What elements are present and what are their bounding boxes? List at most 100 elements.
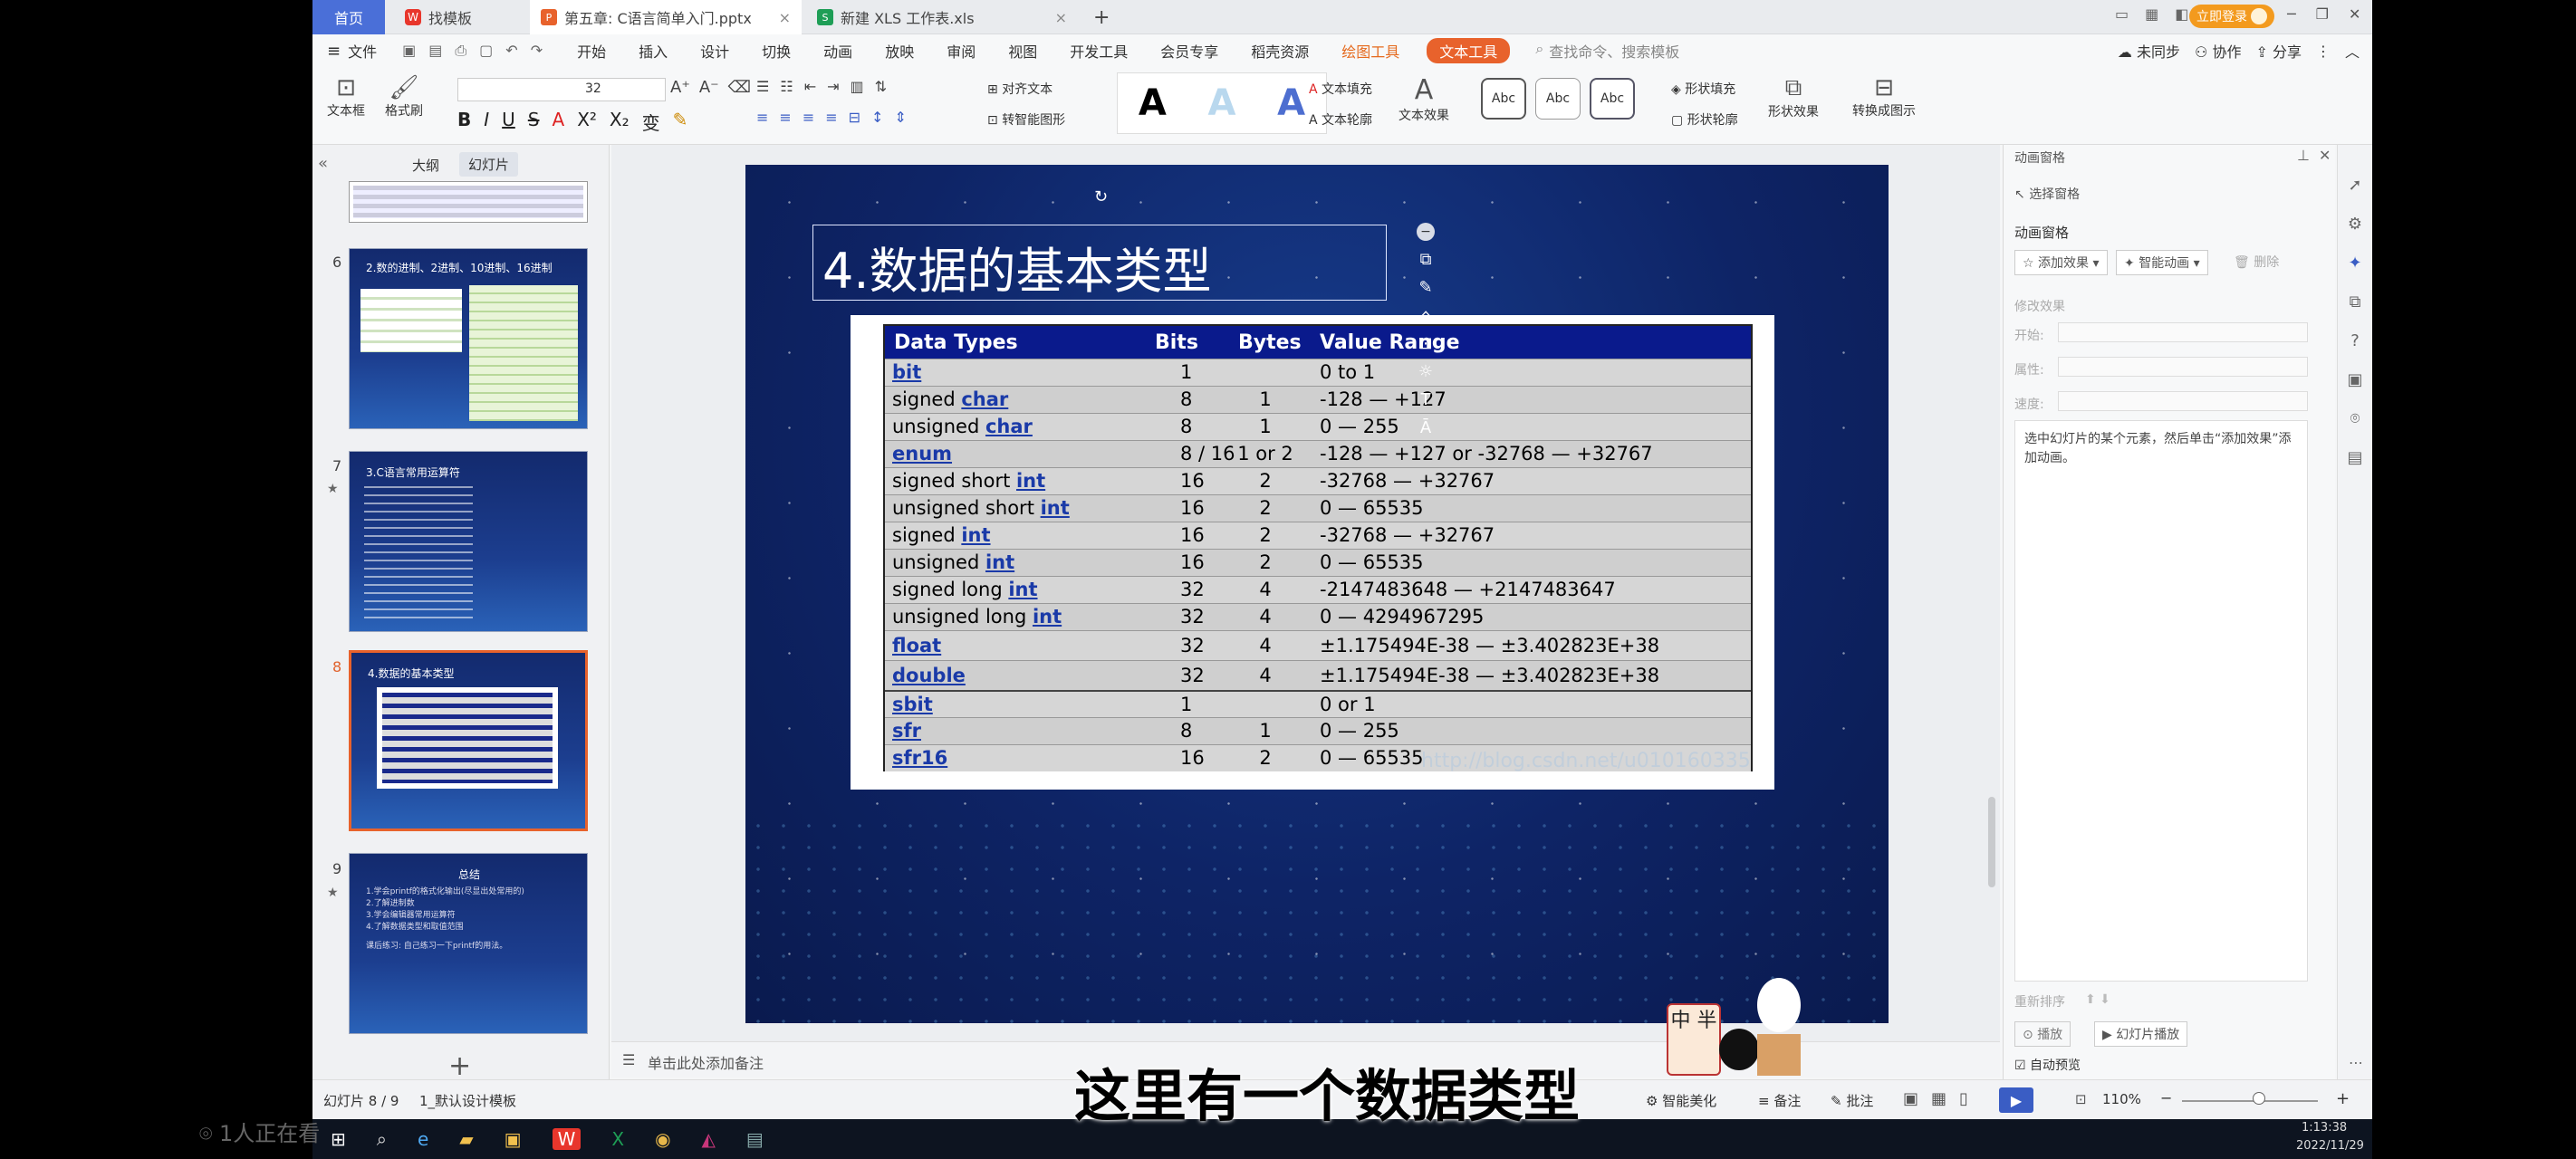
- menu-item-8[interactable]: 开发工具: [1070, 40, 1128, 62]
- normal-view-icon[interactable]: ▣: [1903, 1089, 1918, 1108]
- tab-ppt-file[interactable]: P 第五章: C语言简单入门.pptx ×: [530, 0, 802, 34]
- type-keyword-link[interactable]: enum: [892, 443, 952, 465]
- edge-icon[interactable]: e: [418, 1128, 428, 1150]
- rail-more-icon[interactable]: ⋯: [2349, 1054, 2363, 1071]
- font-color-icon[interactable]: A: [553, 109, 565, 135]
- grow-font-icon[interactable]: A⁺: [670, 78, 690, 97]
- collaborate-button[interactable]: ⚇ 协作: [2195, 40, 2241, 62]
- slide-title[interactable]: 4.数据的基本类型: [822, 231, 1212, 302]
- rail-animation-icon[interactable]: ✦: [2348, 254, 2361, 273]
- align-text-button[interactable]: ⊞ 对齐文本: [987, 80, 1053, 98]
- type-keyword-link[interactable]: int: [961, 524, 990, 546]
- text-outline-button[interactable]: A 文本轮廓: [1309, 110, 1372, 129]
- panel-close-icon[interactable]: ✕: [2319, 147, 2331, 164]
- slide-thumb-9[interactable]: 总结 1.学会printf的格式化输出(尽显出处常用的) 2.了解进制数 3.学…: [349, 853, 588, 1034]
- store-icon[interactable]: ▣: [505, 1128, 522, 1150]
- share-button[interactable]: ⇪ 分享: [2255, 40, 2302, 62]
- rail-image-icon[interactable]: ▣: [2347, 370, 2362, 389]
- title-textbox[interactable]: 4.数据的基本类型 ↻: [812, 187, 1387, 302]
- shape-style-1[interactable]: Abc: [1481, 78, 1526, 120]
- eraser-icon[interactable]: ⌂: [1420, 306, 1430, 325]
- shape-outline-button[interactable]: ▢ 形状轮廓: [1671, 110, 1738, 129]
- menu-item-6[interactable]: 审阅: [947, 40, 976, 62]
- menu-item-7[interactable]: 视图: [1008, 40, 1037, 62]
- select-pane-button[interactable]: ↖ 选择窗格: [2014, 185, 2080, 203]
- theme-name[interactable]: 1_默认设计模板: [419, 1091, 516, 1110]
- rotate-handle-icon[interactable]: ↻: [1094, 187, 1108, 206]
- slide-thumb-8-active[interactable]: 4.数据的基本类型: [349, 650, 588, 831]
- shape-style-3[interactable]: Abc: [1590, 78, 1635, 120]
- fit-icon[interactable]: ⊡: [2075, 1091, 2087, 1107]
- new-tab-button[interactable]: +: [1082, 0, 1119, 34]
- rail-help-icon[interactable]: ?: [2350, 331, 2360, 350]
- preview-icon[interactable]: ▢: [479, 42, 493, 60]
- type-keyword-link[interactable]: double: [892, 665, 966, 686]
- type-keyword-link[interactable]: int: [1008, 579, 1037, 600]
- rail-location-icon[interactable]: ⌾: [2350, 409, 2360, 428]
- outdent-icon[interactable]: ⇥: [827, 78, 839, 95]
- beautify-button[interactable]: ⚙ 智能美化: [1646, 1091, 1716, 1110]
- more-icon[interactable]: ⋮: [2316, 43, 2331, 60]
- search-command[interactable]: ⌕ 查找命令、搜索模板: [1535, 40, 1679, 62]
- zoom-out-icon[interactable]: −: [2160, 1089, 2172, 1106]
- sync-status[interactable]: ☁ 未同步: [2118, 40, 2180, 62]
- print-icon[interactable]: ⎙: [455, 42, 466, 60]
- collapse-panel-icon[interactable]: «: [318, 154, 328, 173]
- add-slide-icon[interactable]: +: [448, 1050, 471, 1082]
- shape-effect-button[interactable]: ⧉ 形状效果: [1762, 74, 1825, 120]
- tab-template[interactable]: W 找模板: [394, 0, 530, 34]
- slides-tab[interactable]: 幻灯片: [459, 152, 519, 177]
- menu-item-0[interactable]: 开始: [577, 40, 606, 62]
- align-center-icon[interactable]: ≡: [779, 109, 791, 126]
- add-effect-button[interactable]: ☆ 添加效果 ▾: [2014, 250, 2108, 275]
- move-up-icon[interactable]: ⬆ ⬇: [2085, 992, 2110, 1007]
- app-taskbar-icon[interactable]: ◭: [702, 1128, 716, 1150]
- play-button[interactable]: ⊙ 播放: [2014, 1021, 2071, 1047]
- bullet-list-icon[interactable]: ☰: [756, 78, 769, 95]
- reading-view-icon[interactable]: ▯: [1959, 1089, 1968, 1108]
- restore-icon[interactable]: ❐: [2316, 5, 2329, 23]
- pin-icon[interactable]: ⊥: [2297, 147, 2310, 164]
- calc-taskbar-icon[interactable]: ▤: [746, 1128, 764, 1150]
- justify-icon[interactable]: ≡: [825, 109, 837, 126]
- direction-icon[interactable]: ⇅: [875, 78, 887, 95]
- align-right-icon[interactable]: ≡: [803, 109, 814, 126]
- type-keyword-link[interactable]: sfr16: [892, 747, 947, 769]
- text-style-icon[interactable]: Ā: [1420, 418, 1431, 437]
- convert-show-button[interactable]: ⊟ 转换成图示: [1843, 74, 1925, 120]
- text-style-light[interactable]: A: [1208, 82, 1236, 124]
- property-select[interactable]: [2058, 357, 2308, 377]
- layout-icon[interactable]: ▭: [2115, 5, 2129, 23]
- autopreview-checkbox[interactable]: ☑ 自动预览: [2014, 1056, 2081, 1074]
- login-button[interactable]: 立即登录: [2189, 5, 2274, 28]
- excel-taskbar-icon[interactable]: X: [611, 1128, 624, 1150]
- shape-fill-button[interactable]: ◈ 形状填充: [1671, 80, 1735, 98]
- numbered-list-icon[interactable]: ☷: [780, 78, 793, 95]
- delete-anim-button[interactable]: 🗑 删除: [2226, 250, 2286, 273]
- type-keyword-link[interactable]: int: [985, 551, 1014, 573]
- play-slideshow-button[interactable]: ▶: [1999, 1087, 2033, 1113]
- align-left-icon[interactable]: ≡: [756, 109, 768, 126]
- distribute-icon[interactable]: ⊟: [849, 109, 860, 126]
- pen-icon[interactable]: ✎: [1418, 278, 1432, 297]
- taskbar-search-icon[interactable]: ⌕: [377, 1128, 387, 1150]
- collapse-ribbon-icon[interactable]: ︿: [2345, 40, 2360, 62]
- superscript-icon[interactable]: X²: [577, 109, 597, 135]
- notes-toggle[interactable]: ≡ 备注: [1758, 1091, 1801, 1110]
- menu-item-5[interactable]: 放映: [885, 40, 914, 62]
- menu-item-3[interactable]: 切换: [762, 40, 791, 62]
- menu-item-10[interactable]: 稻壳资源: [1251, 40, 1309, 62]
- type-keyword-link[interactable]: bit: [892, 361, 921, 383]
- shape-style-2[interactable]: Abc: [1535, 78, 1581, 120]
- comments-toggle[interactable]: ✎ 批注: [1831, 1091, 1873, 1110]
- chrome-icon[interactable]: ◉: [655, 1128, 670, 1150]
- highlight-icon[interactable]: ✎: [673, 109, 688, 135]
- start-select[interactable]: [2058, 322, 2308, 342]
- panel-title[interactable]: 动画窗格: [2014, 148, 2065, 167]
- animation-list[interactable]: 选中幻灯片的某个元素，然后单击“添加效果”添加动画。: [2014, 420, 2308, 982]
- spacing-icon[interactable]: 变: [642, 109, 660, 135]
- clear-format-icon[interactable]: ⌫: [728, 78, 751, 97]
- shrink-font-icon[interactable]: A⁻: [699, 78, 719, 97]
- crop-icon[interactable]: ⊡: [1418, 334, 1432, 353]
- sorter-view-icon[interactable]: ▦: [1931, 1089, 1946, 1108]
